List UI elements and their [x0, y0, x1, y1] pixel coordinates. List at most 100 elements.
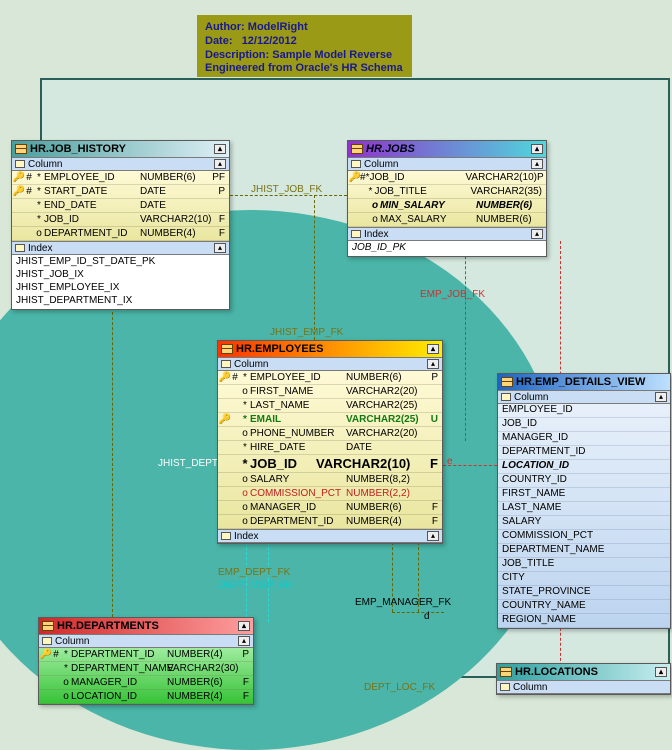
column-suffix: P — [431, 372, 440, 383]
column-row[interactable]: oFIRST_NAMEVARCHAR2(20) — [218, 385, 442, 399]
view-column[interactable]: COUNTRY_NAME — [498, 600, 670, 614]
entity-job-history[interactable]: HR.JOB_HISTORY ▴ Column ▴ 🔑#*EMPLOYEE_ID… — [11, 140, 230, 310]
column-row[interactable]: 🔑#*DEPARTMENT_IDNUMBER(4)P — [39, 648, 253, 662]
view-column[interactable]: CITY — [498, 572, 670, 586]
index-item[interactable]: JHIST_EMP_ID_ST_DATE_PK — [16, 256, 225, 269]
entity-titlebar[interactable]: HR.DEPARTMENTS ▴ — [39, 618, 253, 634]
collapse-icon[interactable]: ▴ — [531, 229, 543, 239]
view-column[interactable]: MANAGER_ID — [498, 432, 670, 446]
column-row[interactable]: oLOCATION_IDNUMBER(4)F — [39, 690, 253, 704]
entity-departments[interactable]: HR.DEPARTMENTS ▴ Column ▴ 🔑#*DEPARTMENT_… — [38, 617, 254, 705]
null-mark: o — [240, 502, 250, 513]
fk-label: DEPT_MGR_FK — [218, 580, 292, 591]
index-item[interactable]: JHIST_EMPLOYEE_IX — [16, 282, 225, 295]
column-row[interactable]: 🔑*EMAILVARCHAR2(25)U — [218, 413, 442, 427]
collapse-icon[interactable]: ▴ — [531, 159, 543, 169]
column-row[interactable]: oMANAGER_IDNUMBER(6)F — [218, 501, 442, 515]
entity-locations[interactable]: HR.LOCATIONS ▴ Column — [496, 663, 671, 695]
collapse-icon[interactable]: ▴ — [238, 621, 250, 631]
view-column[interactable]: STATE_PROVINCE — [498, 586, 670, 600]
collapse-icon[interactable]: ▴ — [214, 243, 226, 253]
collapse-icon[interactable]: ▴ — [214, 159, 226, 169]
entity-titlebar[interactable]: HR.EMP_DETAILS_VIEW — [498, 374, 670, 390]
column-row[interactable]: oMIN_SALARYNUMBER(6) — [348, 199, 546, 213]
section-index[interactable]: Index ▴ — [348, 227, 546, 241]
section-icon — [221, 360, 231, 368]
section-column[interactable]: Column ▴ — [498, 390, 670, 404]
key-icon — [220, 442, 230, 454]
view-column[interactable]: JOB_TITLE — [498, 558, 670, 572]
column-row[interactable]: *END_DATEDATE — [12, 199, 229, 213]
entity-titlebar[interactable]: HR.LOCATIONS ▴ — [497, 664, 670, 680]
fk-line — [314, 195, 315, 340]
column-row[interactable]: oCOMMISSION_PCTNUMBER(2,2) — [218, 487, 442, 501]
entity-emp-details-view[interactable]: HR.EMP_DETAILS_VIEW Column ▴ EMPLOYEE_ID… — [497, 373, 671, 629]
view-column[interactable]: DEPARTMENT_NAME — [498, 544, 670, 558]
view-column[interactable]: FIRST_NAME — [498, 488, 670, 502]
key-icon — [41, 663, 51, 675]
key-icon — [220, 502, 230, 514]
column-row[interactable]: 🔑#*START_DATEDATEP — [12, 185, 229, 199]
collapse-icon[interactable]: ▴ — [655, 392, 667, 402]
column-row[interactable]: 🔑#*EMPLOYEE_IDNUMBER(6)PF — [12, 171, 229, 185]
collapse-icon[interactable]: ▴ — [655, 667, 667, 677]
column-row[interactable]: *JOB_IDVARCHAR2(10)F — [12, 213, 229, 227]
entity-titlebar[interactable]: HR.JOBS ▴ — [348, 141, 546, 157]
view-column[interactable]: REGION_NAME — [498, 614, 670, 628]
entity-titlebar[interactable]: HR.EMPLOYEES ▴ — [218, 341, 442, 357]
author: ModelRight — [248, 21, 308, 33]
section-column[interactable]: Column ▴ — [39, 634, 253, 648]
section-label: Column — [234, 359, 268, 370]
entity-jobs[interactable]: HR.JOBS ▴ Column ▴ 🔑#*JOB_IDVARCHAR2(10)… — [347, 140, 547, 257]
view-column[interactable]: COUNTRY_ID — [498, 474, 670, 488]
null-mark: * — [240, 414, 250, 425]
column-row[interactable]: *DEPARTMENT_NAMEVARCHAR2(30) — [39, 662, 253, 676]
view-column[interactable]: DEPARTMENT_ID — [498, 446, 670, 460]
column-row[interactable]: 🔑#*JOB_IDVARCHAR2(10)P — [348, 171, 546, 185]
index-item[interactable]: JHIST_JOB_IX — [16, 269, 225, 282]
entity-title: HR.JOB_HISTORY — [30, 143, 126, 155]
collapse-icon[interactable]: ▴ — [214, 144, 226, 154]
view-column[interactable]: SALARY — [498, 516, 670, 530]
collapse-icon[interactable]: ▴ — [238, 636, 250, 646]
column-row[interactable]: *LAST_NAMEVARCHAR2(25) — [218, 399, 442, 413]
view-column[interactable]: EMPLOYEE_ID — [498, 404, 670, 418]
column-row[interactable]: oDEPARTMENT_IDNUMBER(4)F — [12, 227, 229, 241]
index-item[interactable]: JHIST_DEPARTMENT_IX — [16, 295, 225, 308]
null-mark: * — [34, 172, 44, 183]
section-column[interactable]: Column ▴ — [218, 357, 442, 371]
column-row[interactable]: oPHONE_NUMBERVARCHAR2(20) — [218, 427, 442, 441]
column-type: NUMBER(6) — [167, 677, 223, 688]
column-row[interactable]: oDEPARTMENT_IDNUMBER(4)F — [218, 515, 442, 529]
entity-titlebar[interactable]: HR.JOB_HISTORY ▴ — [12, 141, 229, 157]
section-index[interactable]: Index ▴ — [218, 529, 442, 543]
author-label: Author: — [205, 21, 245, 33]
column-row[interactable]: *HIRE_DATEDATE — [218, 441, 442, 455]
column-row[interactable]: oMANAGER_IDNUMBER(6)F — [39, 676, 253, 690]
column-row[interactable]: *JOB_IDVARCHAR2(10)F — [218, 455, 442, 473]
column-row[interactable]: oSALARYNUMBER(8,2) — [218, 473, 442, 487]
null-mark: * — [34, 200, 44, 211]
column-row[interactable]: *JOB_TITLEVARCHAR2(35) — [348, 185, 546, 199]
view-column[interactable]: JOB_ID — [498, 418, 670, 432]
collapse-icon[interactable]: ▴ — [427, 344, 439, 354]
column-type: DATE — [140, 186, 166, 197]
section-column[interactable]: Column ▴ — [12, 157, 229, 171]
view-column[interactable]: LOCATION_ID — [498, 460, 670, 474]
collapse-icon[interactable]: ▴ — [427, 531, 439, 541]
entity-employees[interactable]: HR.EMPLOYEES ▴ Column ▴ 🔑#*EMPLOYEE_IDNU… — [217, 340, 443, 544]
entity-title: HR.EMP_DETAILS_VIEW — [516, 376, 645, 388]
collapse-icon[interactable]: ▴ — [531, 144, 543, 154]
section-column[interactable]: Column — [497, 680, 670, 694]
column-row[interactable]: oMAX_SALARYNUMBER(6) — [348, 213, 546, 227]
section-index[interactable]: Index ▴ — [12, 241, 229, 255]
column-row[interactable]: 🔑#*EMPLOYEE_IDNUMBER(6)P — [218, 371, 442, 385]
view-column[interactable]: LAST_NAME — [498, 502, 670, 516]
collapse-icon[interactable]: ▴ — [427, 359, 439, 369]
key-icon — [14, 228, 24, 240]
section-column[interactable]: Column ▴ — [348, 157, 546, 171]
index-item[interactable]: JOB_ID_PK — [352, 242, 542, 255]
fk-line — [230, 195, 347, 196]
view-column[interactable]: COMMISSION_PCT — [498, 530, 670, 544]
column-name: DEPARTMENT_NAME — [71, 663, 163, 674]
